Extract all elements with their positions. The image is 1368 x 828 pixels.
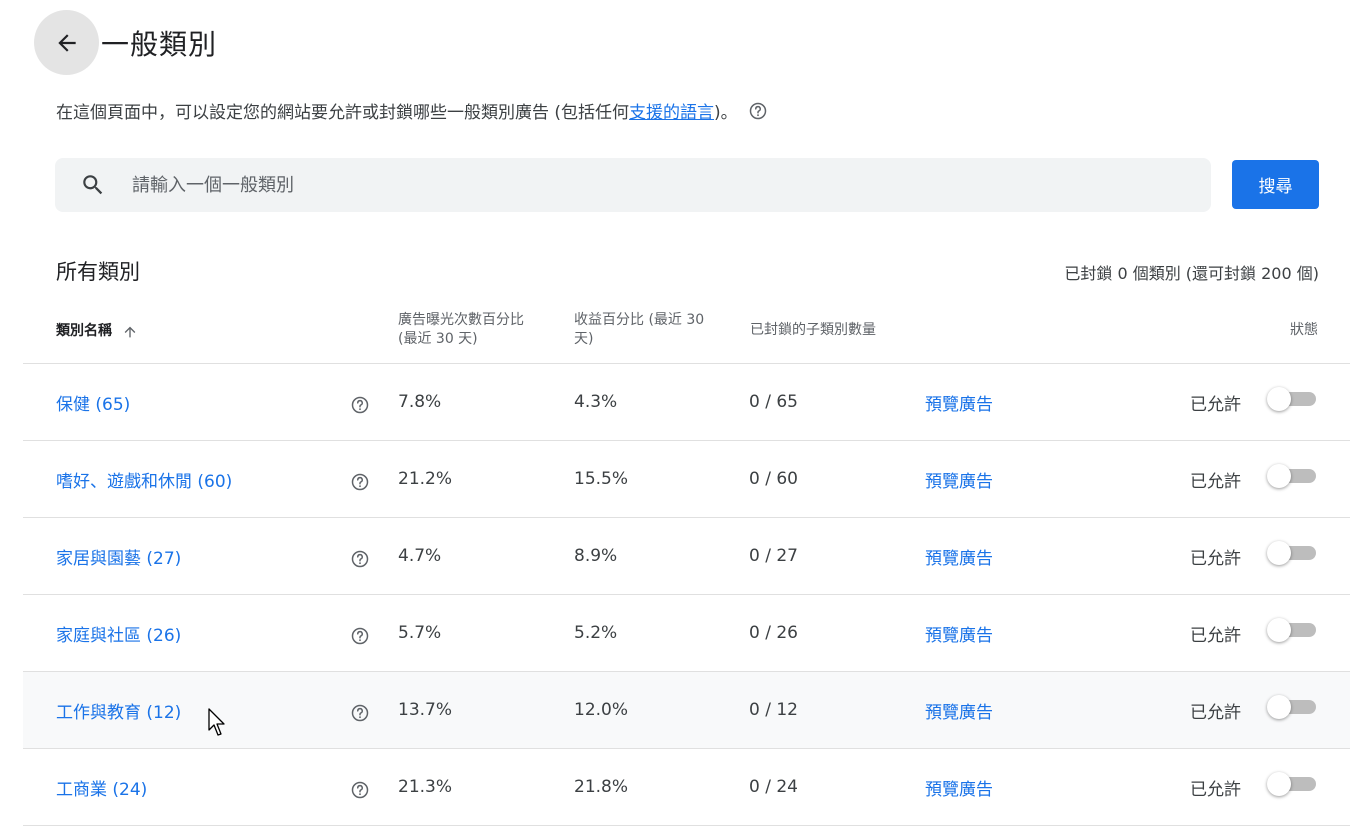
block-toggle[interactable] [1267, 387, 1319, 411]
impressions-value: 7.8% [398, 392, 442, 412]
table-row: 家庭與社區 (26) 5.7% 5.2% 0 / 26 預覽廣告 已允許 [23, 594, 1350, 671]
sort-ascending-icon[interactable] [122, 324, 138, 340]
help-icon[interactable] [350, 626, 370, 646]
search-box [55, 158, 1211, 212]
preview-ads-link[interactable]: 預覽廣告 [925, 544, 993, 569]
block-toggle[interactable] [1267, 464, 1319, 488]
status-text: 已允許 [1190, 471, 1241, 492]
block-summary: 已封鎖 0 個類別 (還可封鎖 200 個) [1064, 264, 1319, 283]
table-row: 工商業 (24) 21.3% 21.8% 0 / 24 預覽廣告 已允許 [23, 748, 1350, 826]
preview-ads-link[interactable]: 預覽廣告 [925, 698, 993, 723]
impressions-value: 5.7% [398, 623, 442, 643]
category-name-link[interactable]: 工作與教育 (12) [56, 698, 181, 723]
impressions-value: 21.2% [398, 469, 453, 489]
status-text: 已允許 [1190, 702, 1241, 723]
revenue-value: 8.9% [574, 546, 618, 566]
revenue-value: 21.8% [574, 777, 629, 797]
preview-ads-link[interactable]: 預覽廣告 [925, 467, 993, 492]
blocked-subcategories-value: 0 / 26 [749, 623, 798, 643]
category-name-link[interactable]: 工商業 (24) [56, 775, 147, 800]
block-toggle[interactable] [1267, 541, 1319, 565]
blocked-subcategories-value: 0 / 12 [749, 700, 798, 720]
revenue-value: 12.0% [574, 700, 629, 720]
search-input[interactable] [130, 173, 1134, 197]
blocked-subcategories-value: 0 / 27 [749, 546, 798, 566]
preview-ads-link[interactable]: 預覽廣告 [925, 621, 993, 646]
search-button[interactable]: 搜尋 [1232, 160, 1319, 209]
blocked-subcategories-value: 0 / 60 [749, 469, 798, 489]
column-header-blocked-subcategories: 已封鎖的子類別數量 [750, 322, 876, 338]
section-title: 所有類別 [56, 260, 140, 284]
preview-ads-link[interactable]: 預覽廣告 [925, 390, 993, 415]
column-header-impressions: 廣告曝光次數百分比 (最近 30 天) [398, 311, 558, 349]
revenue-value: 4.3% [574, 392, 618, 412]
arrow-back-icon [57, 33, 76, 52]
page-description: 在這個頁面中，可以設定您的網站要允許或封鎖哪些一般類別廣告 (包括任何 支援的語言… [56, 98, 768, 123]
page-title: 一般類別 [101, 27, 218, 61]
column-header-revenue-line1: 收益百分比 (最近 30 [574, 312, 705, 328]
blocked-subcategories-value: 0 / 65 [749, 392, 798, 412]
impressions-value: 21.3% [398, 777, 453, 797]
table-row: 嗜好、遊戲和休閒 (60) 21.2% 15.5% 0 / 60 預覽廣告 已允… [23, 440, 1350, 517]
status-text: 已允許 [1190, 625, 1241, 646]
description-text-end: )。 [714, 103, 738, 123]
search-icon [80, 172, 106, 198]
help-icon[interactable] [350, 395, 370, 415]
categories-table: 保健 (65) 7.8% 4.3% 0 / 65 預覽廣告 已允許 嗜好、遊戲和… [23, 363, 1350, 826]
impressions-value: 4.7% [398, 546, 442, 566]
column-header-name[interactable]: 類別名稱 [56, 322, 138, 341]
column-header-revenue: 收益百分比 (最近 30 天) [574, 311, 734, 349]
help-icon[interactable] [350, 549, 370, 569]
revenue-value: 15.5% [574, 469, 629, 489]
category-name-link[interactable]: 嗜好、遊戲和休閒 (60) [56, 467, 232, 492]
column-header-revenue-line2: 天) [574, 331, 594, 347]
status-text: 已允許 [1190, 548, 1241, 569]
help-icon[interactable] [350, 780, 370, 800]
table-row: 工作與教育 (12) 13.7% 12.0% 0 / 12 預覽廣告 已允許 [23, 671, 1350, 748]
column-header-impressions-line2: (最近 30 天) [398, 331, 478, 347]
column-header-name-label: 類別名稱 [56, 323, 112, 339]
column-header-impressions-line1: 廣告曝光次數百分比 [398, 312, 524, 328]
block-toggle[interactable] [1267, 772, 1319, 796]
column-header-status: 狀態 [1290, 322, 1318, 338]
help-icon[interactable] [350, 472, 370, 492]
supported-languages-link[interactable]: 支援的語言 [629, 98, 714, 123]
description-text: 在這個頁面中，可以設定您的網站要允許或封鎖哪些一般類別廣告 (包括任何 [56, 103, 630, 123]
help-icon[interactable] [748, 101, 768, 121]
status-text: 已允許 [1190, 394, 1241, 415]
page-header: 一般類別 [34, 10, 217, 75]
table-row: 家居與園藝 (27) 4.7% 8.9% 0 / 27 預覽廣告 已允許 [23, 517, 1350, 594]
category-name-link[interactable]: 保健 (65) [56, 390, 130, 415]
table-row: 保健 (65) 7.8% 4.3% 0 / 65 預覽廣告 已允許 [23, 363, 1350, 440]
revenue-value: 5.2% [574, 623, 618, 643]
block-toggle[interactable] [1267, 618, 1319, 642]
category-name-link[interactable]: 家庭與社區 (26) [56, 621, 181, 646]
category-name-link[interactable]: 家居與園藝 (27) [56, 544, 181, 569]
status-text: 已允許 [1190, 779, 1241, 800]
blocked-subcategories-value: 0 / 24 [749, 777, 798, 797]
preview-ads-link[interactable]: 預覽廣告 [925, 775, 993, 800]
impressions-value: 13.7% [398, 700, 453, 720]
block-toggle[interactable] [1267, 695, 1319, 719]
help-icon[interactable] [350, 703, 370, 723]
back-button[interactable] [34, 10, 99, 75]
